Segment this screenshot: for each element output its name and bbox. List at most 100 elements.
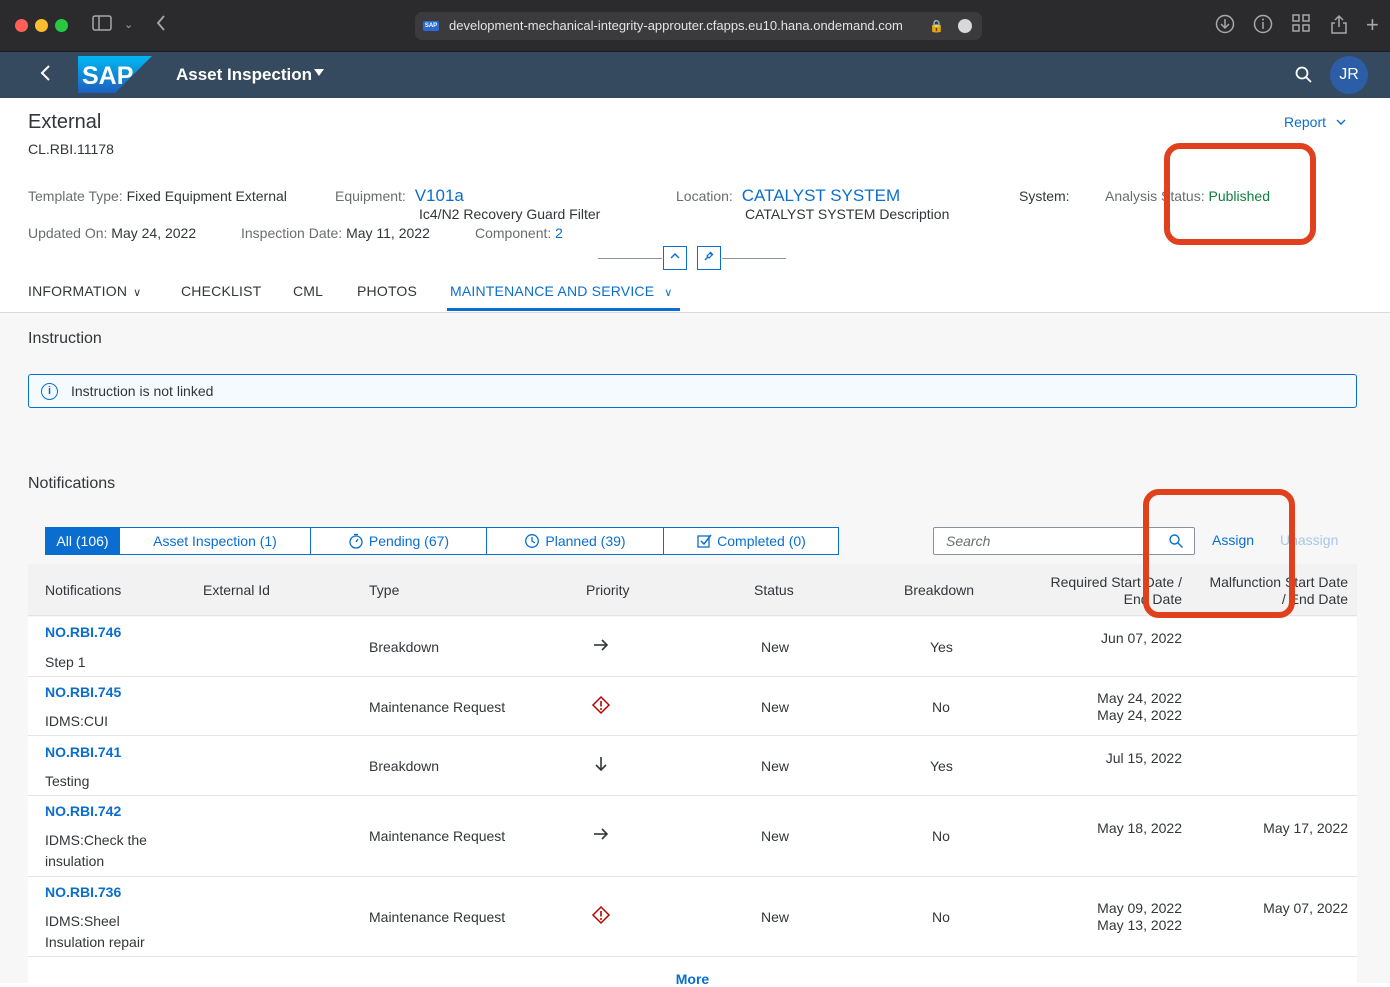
status-cell: New xyxy=(761,699,790,715)
column-priority[interactable]: Priority xyxy=(586,582,630,599)
filter-completed[interactable]: Completed (0) xyxy=(663,527,839,555)
notification-description: IDMS:CUI xyxy=(45,713,108,729)
notification-id-link[interactable]: NO.RBI.745 xyxy=(45,684,121,701)
template-type-attribute: Template Type: Fixed Equipment External xyxy=(28,188,287,204)
required-end-date: May 24, 2022 xyxy=(1097,707,1182,723)
address-bar[interactable]: SAP development-mechanical-integrity-app… xyxy=(415,12,982,40)
more-button[interactable]: More xyxy=(28,957,1357,987)
malfunction-start-date: May 07, 2022 xyxy=(1263,900,1348,916)
zoom-window-button[interactable] xyxy=(55,19,68,32)
lock-icon: 🔒 xyxy=(929,19,944,33)
report-button[interactable]: Report xyxy=(1284,114,1326,130)
status-cell: New xyxy=(761,758,790,774)
sidebar-toggle-icon[interactable] xyxy=(92,14,112,37)
required-start-date: Jul 15, 2022 xyxy=(1105,750,1182,766)
column-status[interactable]: Status xyxy=(754,582,794,599)
info-icon[interactable] xyxy=(1253,14,1273,39)
chevron-down-icon[interactable] xyxy=(1335,116,1347,131)
assign-highlight-box xyxy=(1143,489,1295,618)
back-icon[interactable] xyxy=(38,62,52,89)
pin-header-button[interactable] xyxy=(697,246,721,270)
notification-description: IDMS:Check the xyxy=(45,832,147,848)
table-row[interactable]: NO.RBI.745 IDMS:CUI Maintenance Request … xyxy=(28,677,1357,736)
share-icon[interactable] xyxy=(1330,14,1348,39)
search-icon[interactable] xyxy=(1294,65,1314,85)
chevron-up-icon xyxy=(670,253,680,259)
component-link[interactable]: 2 xyxy=(555,225,563,241)
tab-photos[interactable]: PHOTOS xyxy=(357,283,417,299)
download-icon[interactable] xyxy=(1215,14,1235,39)
checkbox-icon xyxy=(697,534,712,548)
high-priority-icon xyxy=(591,695,611,715)
arrow-right-icon xyxy=(594,639,609,651)
app-menu-caret-icon[interactable] xyxy=(314,69,324,76)
page-title: External xyxy=(28,111,102,133)
app-title[interactable]: Asset Inspection xyxy=(176,65,312,85)
chevron-down-icon[interactable]: ⌄ xyxy=(124,14,133,36)
info-message-text: Instruction is not linked xyxy=(71,383,214,399)
column-type[interactable]: Type xyxy=(369,582,399,599)
type-cell: Maintenance Request xyxy=(369,828,506,844)
notification-id-link[interactable]: NO.RBI.742 xyxy=(45,803,121,820)
notification-description: insulation xyxy=(45,853,105,869)
close-window-button[interactable] xyxy=(15,19,28,32)
status-cell: New xyxy=(761,909,790,925)
column-breakdown[interactable]: Breakdown xyxy=(904,582,974,599)
table-row[interactable]: NO.RBI.736 IDMS:Sheel Insulation repair … xyxy=(28,877,1357,957)
user-avatar[interactable]: JR xyxy=(1330,56,1368,94)
sap-logo[interactable]: SAP xyxy=(78,56,152,93)
notification-id-link[interactable]: NO.RBI.741 xyxy=(45,744,121,761)
tab-cml[interactable]: CML xyxy=(293,283,323,299)
minimize-window-button[interactable] xyxy=(35,19,48,32)
notification-id-link[interactable]: NO.RBI.736 xyxy=(45,884,121,901)
shell-bar: SAP Asset Inspection JR xyxy=(0,52,1390,98)
header-divider xyxy=(722,258,786,259)
required-start-date: Jun 07, 2022 xyxy=(1101,630,1182,646)
inspection-date-attribute: Inspection Date: May 11, 2022 xyxy=(241,225,430,241)
more-options-icon[interactable] xyxy=(958,19,972,33)
info-icon: i xyxy=(41,383,58,400)
collapse-header-button[interactable] xyxy=(663,246,687,270)
table-row[interactable]: NO.RBI.741 Testing Breakdown New Yes Jul… xyxy=(28,736,1357,796)
info-message-strip: i Instruction is not linked xyxy=(28,374,1357,408)
status-cell: New xyxy=(761,828,790,844)
instruction-section-title: Instruction xyxy=(28,330,102,347)
filter-asset-inspection[interactable]: Asset Inspection (1) xyxy=(119,527,311,555)
new-tab-icon[interactable]: + xyxy=(1366,14,1379,36)
chevron-down-icon: ∨ xyxy=(133,287,142,299)
browser-toolbar: ⌄ SAP development-mechanical-integrity-a… xyxy=(0,0,1390,52)
status-highlight-box xyxy=(1164,143,1316,245)
status-cell: New xyxy=(761,639,790,655)
column-external-id[interactable]: External Id xyxy=(203,582,270,599)
search-placeholder: Search xyxy=(946,533,991,549)
filter-pending[interactable]: Pending (67) xyxy=(310,527,487,555)
table-row[interactable]: NO.RBI.746 Step 1 Breakdown New Yes Jun … xyxy=(28,617,1357,677)
tab-information[interactable]: INFORMATION ∨ xyxy=(28,283,141,299)
updated-on-attribute: Updated On: May 24, 2022 xyxy=(28,225,197,241)
required-end-date: May 13, 2022 xyxy=(1097,917,1182,933)
tab-maintenance-and-service[interactable]: MAINTENANCE AND SERVICE ∨ xyxy=(450,283,673,299)
arrow-down-icon xyxy=(595,757,607,772)
header-divider xyxy=(598,258,662,259)
type-cell: Breakdown xyxy=(369,758,440,774)
equipment-link[interactable]: V101a xyxy=(415,186,464,205)
svg-text:SAP: SAP xyxy=(82,62,133,90)
arrow-right-icon xyxy=(594,828,609,840)
notifications-section-title: Notifications xyxy=(28,475,116,492)
notification-id-link[interactable]: NO.RBI.746 xyxy=(45,624,121,641)
back-arrow-icon[interactable] xyxy=(155,14,167,37)
type-cell: Breakdown xyxy=(369,639,440,655)
filter-planned[interactable]: Planned (39) xyxy=(486,527,664,555)
equipment-attribute: Equipment: V101a xyxy=(335,186,464,205)
extensions-grid-icon[interactable] xyxy=(1292,14,1310,37)
sap-favicon-icon: SAP xyxy=(423,21,439,31)
type-cell: Maintenance Request xyxy=(369,699,506,715)
table-row[interactable]: NO.RBI.742 IDMS:Check the insulation Mai… xyxy=(28,796,1357,877)
column-notifications[interactable]: Notifications xyxy=(45,582,121,599)
location-link[interactable]: CATALYST SYSTEM xyxy=(742,186,900,205)
filter-all[interactable]: All (106) xyxy=(45,527,120,555)
notification-description: IDMS:Sheel xyxy=(45,913,120,929)
active-tab-indicator xyxy=(447,308,680,311)
tab-checklist[interactable]: CHECKLIST xyxy=(181,283,261,299)
breakdown-cell: Yes xyxy=(930,639,953,655)
